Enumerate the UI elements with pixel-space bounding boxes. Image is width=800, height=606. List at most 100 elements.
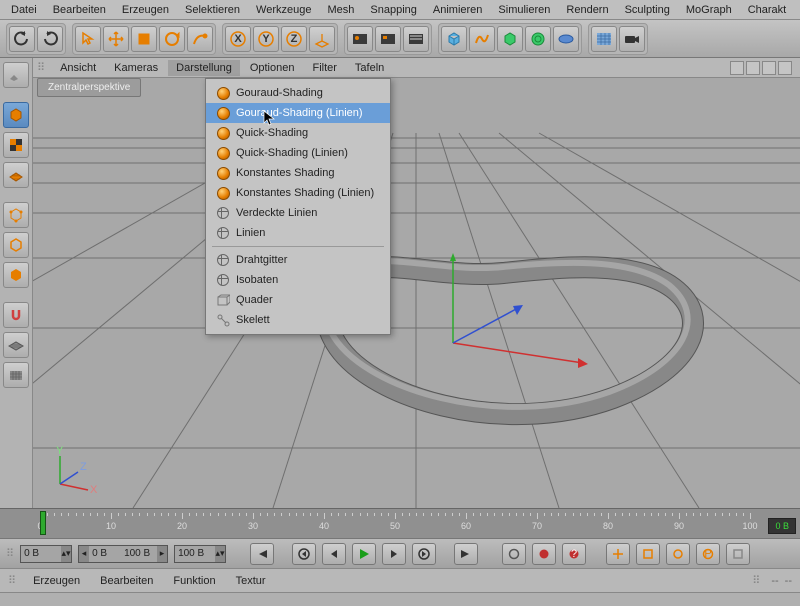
- dd-constant-lines[interactable]: Konstantes Shading (Linien): [206, 183, 390, 203]
- goto-start-button[interactable]: [250, 543, 274, 565]
- menu-render[interactable]: Rendern: [559, 2, 615, 18]
- dd-box[interactable]: Quader: [206, 290, 390, 310]
- goto-end-button[interactable]: [454, 543, 478, 565]
- lasttool-button[interactable]: [187, 26, 213, 52]
- frame-end-input[interactable]: [175, 546, 215, 562]
- play-button[interactable]: [352, 543, 376, 565]
- view-menu-kameras[interactable]: Kameras: [106, 60, 166, 76]
- view-menu-ansicht[interactable]: Ansicht: [52, 60, 104, 76]
- status-bar: [0, 592, 800, 606]
- render-settings-button[interactable]: [403, 26, 429, 52]
- generator-button[interactable]: [497, 26, 523, 52]
- floor-button[interactable]: [591, 26, 617, 52]
- vp-toggle-icon[interactable]: [778, 61, 792, 75]
- bm-texture[interactable]: Textur: [228, 573, 274, 589]
- texture-mode-button[interactable]: [3, 132, 29, 158]
- menu-snapping[interactable]: Snapping: [363, 2, 424, 18]
- next-frame-button[interactable]: [382, 543, 406, 565]
- view-menu-optionen[interactable]: Optionen: [242, 60, 303, 76]
- redo-button[interactable]: [37, 26, 63, 52]
- key-pos-button[interactable]: [606, 543, 630, 565]
- frame-start-field[interactable]: ▴▾: [20, 545, 72, 563]
- menu-select[interactable]: Selektieren: [178, 2, 247, 18]
- deformer-button[interactable]: [525, 26, 551, 52]
- viewport-3d[interactable]: Y X Z: [33, 78, 800, 508]
- bm-function[interactable]: Funktion: [165, 573, 223, 589]
- dd-gouraud-lines[interactable]: Gouraud-Shading (Linien): [206, 103, 390, 123]
- record-key-button[interactable]: [502, 543, 526, 565]
- keyframe-sel-button[interactable]: ?: [562, 543, 586, 565]
- dd-constant[interactable]: Konstantes Shading: [206, 163, 390, 183]
- menu-tools[interactable]: Werkzeuge: [249, 2, 318, 18]
- rotate-tool-button[interactable]: [159, 26, 185, 52]
- display-dropdown: Gouraud-Shading Gouraud-Shading (Linien)…: [205, 78, 391, 335]
- axis-z-button[interactable]: Z: [281, 26, 307, 52]
- poly-mode-button[interactable]: [3, 262, 29, 288]
- menu-file[interactable]: Datei: [4, 2, 44, 18]
- dd-skeleton[interactable]: Skelett: [206, 310, 390, 330]
- key-pla-button[interactable]: [726, 543, 750, 565]
- next-key-button[interactable]: [412, 543, 436, 565]
- render-view-button[interactable]: [347, 26, 373, 52]
- range-end-input[interactable]: [121, 546, 157, 562]
- dd-quick-lines[interactable]: Quick-Shading (Linien): [206, 143, 390, 163]
- key-scale-button[interactable]: [636, 543, 660, 565]
- menu-create[interactable]: Erzeugen: [115, 2, 176, 18]
- menu-edit[interactable]: Bearbeiten: [46, 2, 113, 18]
- frame-end-field[interactable]: ▴▾: [174, 545, 226, 563]
- dd-lines[interactable]: Linien: [206, 223, 390, 243]
- locked-wp-button[interactable]: [3, 362, 29, 388]
- render-pv-button[interactable]: [375, 26, 401, 52]
- dd-isoparms[interactable]: Isobaten: [206, 270, 390, 290]
- range-start-input[interactable]: [89, 546, 121, 562]
- spline-button[interactable]: [469, 26, 495, 52]
- dd-gouraud[interactable]: Gouraud-Shading: [206, 83, 390, 103]
- key-rot-button[interactable]: [666, 543, 690, 565]
- menu-mesh[interactable]: Mesh: [320, 2, 361, 18]
- menu-simulate[interactable]: Simulieren: [491, 2, 557, 18]
- menu-sculpting[interactable]: Sculpting: [618, 2, 677, 18]
- viewport-tab[interactable]: Zentralperspektive: [37, 78, 141, 97]
- bm-create[interactable]: Erzeugen: [25, 573, 88, 589]
- vp-pan-icon[interactable]: [730, 61, 744, 75]
- view-menu-tafeln[interactable]: Tafeln: [347, 60, 392, 76]
- edge-mode-button[interactable]: [3, 232, 29, 258]
- axis-x-button[interactable]: X: [225, 26, 251, 52]
- dd-hidden-lines[interactable]: Verdeckte Linien: [206, 203, 390, 223]
- snap-toggle-button[interactable]: [3, 302, 29, 328]
- timeline[interactable]: 0102030405060708090100 0 B: [0, 508, 800, 538]
- undo-button[interactable]: [9, 26, 35, 52]
- vp-zoom-icon[interactable]: [746, 61, 760, 75]
- editable-toggle[interactable]: [3, 62, 29, 88]
- environment-button[interactable]: [553, 26, 579, 52]
- camera-button[interactable]: [619, 26, 645, 52]
- vp-orbit-icon[interactable]: [762, 61, 776, 75]
- point-mode-button[interactable]: [3, 202, 29, 228]
- dd-wireframe[interactable]: Drahtgitter: [206, 250, 390, 270]
- autokey-button[interactable]: [532, 543, 556, 565]
- preview-range-field[interactable]: ◂▸: [78, 545, 168, 563]
- prev-frame-button[interactable]: [322, 543, 346, 565]
- view-menu-filter[interactable]: Filter: [304, 60, 344, 76]
- scale-tool-button[interactable]: [131, 26, 157, 52]
- model-mode-button[interactable]: [3, 102, 29, 128]
- bm-edit[interactable]: Bearbeiten: [92, 573, 161, 589]
- dd-quick[interactable]: Quick-Shading: [206, 123, 390, 143]
- svg-text:X: X: [234, 33, 242, 45]
- select-tool-button[interactable]: [75, 26, 101, 52]
- key-param-button[interactable]: P: [696, 543, 720, 565]
- workplane-button[interactable]: [3, 332, 29, 358]
- workplane-mode-button[interactable]: [3, 162, 29, 188]
- menu-mograph[interactable]: MoGraph: [679, 2, 739, 18]
- view-menu-darstellung[interactable]: Darstellung: [168, 60, 240, 76]
- coord-system-button[interactable]: [309, 26, 335, 52]
- timeline-playhead[interactable]: [40, 511, 46, 535]
- menu-character[interactable]: Charakt: [741, 2, 794, 18]
- timeline-track[interactable]: 0102030405060708090100: [40, 513, 750, 533]
- menu-animate[interactable]: Animieren: [426, 2, 490, 18]
- prev-key-button[interactable]: [292, 543, 316, 565]
- primitive-cube-button[interactable]: [441, 26, 467, 52]
- axis-y-button[interactable]: Y: [253, 26, 279, 52]
- move-tool-button[interactable]: [103, 26, 129, 52]
- frame-start-input[interactable]: [21, 546, 61, 562]
